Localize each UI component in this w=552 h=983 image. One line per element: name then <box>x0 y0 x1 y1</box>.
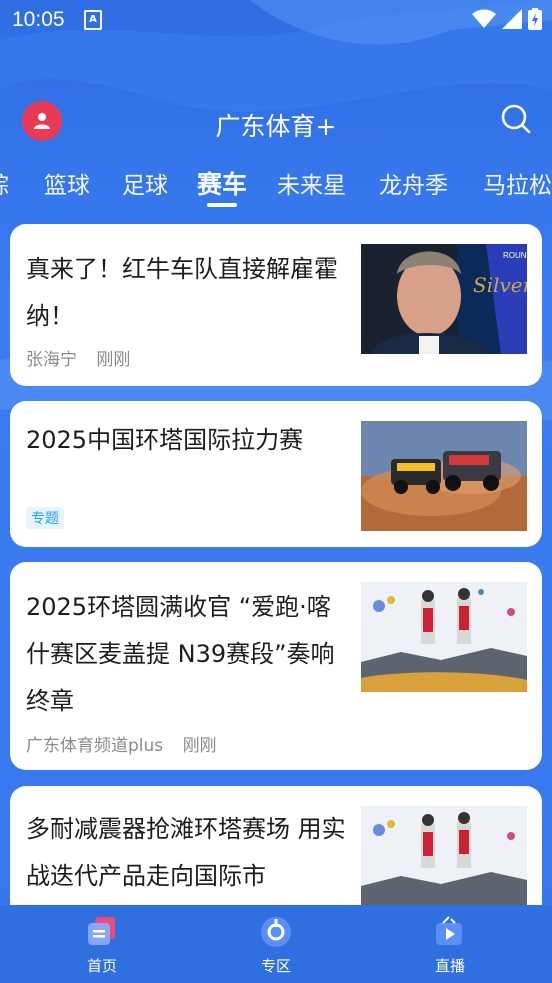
nav-zone[interactable]: 专区 <box>236 915 316 976</box>
nav-zone-label: 专区 <box>260 957 291 975</box>
topic-badge: 专题 <box>26 507 64 529</box>
svg-text:ROUND 1: ROUND 1 <box>503 251 527 260</box>
news-author: 广东体育频道plus <box>26 736 164 756</box>
tab-marathon[interactable]: 马拉松 <box>483 166 552 200</box>
news-title: 2025环塔圆满收官 “爱跑·喀什赛区麦盖提 N39赛段”奏响终章 <box>26 593 335 715</box>
news-thumbnail <box>361 421 527 531</box>
system-icons <box>472 8 542 30</box>
news-author: 张海宁 <box>26 350 77 370</box>
category-tabs: 综 篮球 足球 赛车 未来星 龙舟季 马拉松 <box>0 160 552 210</box>
status-time: 10:05 <box>12 8 65 31</box>
signal-icon <box>502 9 522 29</box>
news-card[interactable]: 2025中国环塔国际拉力赛 专题 <box>10 401 542 547</box>
app-header: 广东体育+ <box>0 95 552 151</box>
news-title: 2025中国环塔国际拉力赛 <box>26 426 304 454</box>
news-meta: 广东体育频道plus 刚刚 <box>26 731 217 756</box>
tab-racing[interactable]: 赛车 <box>197 165 247 201</box>
active-tab-indicator <box>207 203 237 207</box>
tab-future-star[interactable]: 未来星 <box>277 166 346 200</box>
wifi-icon <box>472 9 496 28</box>
news-title: 多耐减震器抢滩环塔赛场 用实战迭代产品走向国际市 <box>26 815 346 890</box>
tab-comprehensive[interactable]: 综 <box>0 166 9 200</box>
news-card[interactable]: 真来了！红牛车队直接解雇霍纳！ 张海宁 刚刚 Silverg ROUND 1 <box>10 224 542 386</box>
news-time: 刚刚 <box>96 350 131 370</box>
status-bar: 10:05 A <box>0 0 552 38</box>
news-thumbnail: Silverg ROUND 1 <box>361 244 527 354</box>
nav-home-label: 首页 <box>86 957 117 975</box>
page-title: 广东体育+ <box>215 112 337 141</box>
news-time: 刚刚 <box>182 736 217 756</box>
tab-football[interactable]: 足球 <box>122 166 168 200</box>
nav-live[interactable]: 直播 <box>410 915 490 976</box>
tab-basketball[interactable]: 篮球 <box>44 166 90 200</box>
nav-home[interactable]: 首页 <box>62 915 142 976</box>
news-card[interactable]: 2025环塔圆满收官 “爱跑·喀什赛区麦盖提 N39赛段”奏响终章 广东体育频道… <box>10 562 542 770</box>
notification-icon: A <box>84 10 102 30</box>
news-meta: 张海宁 刚刚 <box>26 345 130 370</box>
bottom-navigation: 首页 专区 直播 <box>0 905 552 983</box>
search-icon[interactable] <box>500 103 532 135</box>
news-thumbnail <box>361 582 527 692</box>
nav-live-label: 直播 <box>434 957 465 975</box>
svg-text:Silverg: Silverg <box>473 273 527 297</box>
news-thumbnail <box>361 806 527 916</box>
zone-icon <box>259 915 293 949</box>
battery-icon <box>528 8 542 30</box>
news-title: 真来了！红牛车队直接解雇霍纳！ <box>26 255 338 330</box>
home-icon <box>85 915 119 949</box>
live-icon <box>433 915 467 949</box>
tab-dragon-boat[interactable]: 龙舟季 <box>379 166 448 200</box>
